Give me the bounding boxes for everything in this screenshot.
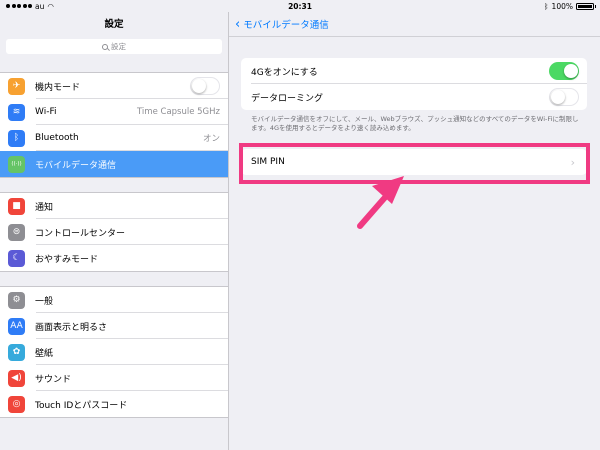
back-button-label: モバイルデータ通信 xyxy=(243,20,329,31)
toggle-4g-switch[interactable] xyxy=(549,62,579,80)
settings-sidebar: 設定 設定 ✈ 機内モード ≋ Wi-Fi Time Capsule 5GHz ᛒ Blue… xyxy=(0,12,229,450)
fingerprint-icon: ◎ xyxy=(8,395,25,413)
sidebar-item-label: 壁紙 xyxy=(35,348,54,359)
sidebar-item[interactable]: ◎ Touch IDとパスコード xyxy=(0,391,228,417)
sidebar-item[interactable]: ✿ 壁紙 xyxy=(0,339,228,365)
sidebar-title: 設定 xyxy=(104,19,124,30)
sidebar-item[interactable]: ᛒ Bluetooth オン xyxy=(0,125,228,151)
sidebar-item[interactable]: ◀) サウンド xyxy=(0,365,228,391)
sidebar-item-label: おやすみモード xyxy=(35,254,99,265)
toggle-4g-label: 4Gをオンにする xyxy=(251,67,318,78)
sidebar-item[interactable]: ⚙ 一般 xyxy=(0,287,228,313)
sound-icon: ◀) xyxy=(8,369,25,387)
wifi-status-icon: ◠ xyxy=(47,1,54,11)
toggle-roaming-switch[interactable] xyxy=(549,88,579,106)
sidebar-item-label: Wi-Fi xyxy=(35,107,57,117)
carrier-label: au xyxy=(35,1,45,11)
search-placeholder: 設定 xyxy=(111,42,126,51)
settings-group-general: ⚙ 一般 AA 画面表示と明るさ ✿ 壁紙 ◀) サウンド ◎ Touch IDとパスコード xyxy=(0,286,228,418)
sidebar-item-detail: Time Capsule 5GHz xyxy=(137,107,220,117)
status-bar: au ◠ 20:31 ᛒ 100% xyxy=(0,0,600,12)
sidebar-item-label: コントロールセンター xyxy=(35,228,126,239)
detail-pane: ‹ モバイルデータ通信 4Gをオンにする データローミング モバイルデータ通信を… xyxy=(229,12,600,450)
back-button[interactable]: ‹ モバイルデータ通信 xyxy=(235,16,329,32)
highlight-box xyxy=(239,143,590,184)
cellular-footnote: モバイルデータ通信をオフにして、メール、Webブラウズ、プッシュ通知などのすべて… xyxy=(251,115,579,132)
sidebar-item[interactable]: ✈ 機内モード xyxy=(0,73,228,99)
display-icon: AA xyxy=(8,317,25,335)
gear-icon: ⚙ xyxy=(8,291,25,309)
settings-group-connectivity: ✈ 機内モード ≋ Wi-Fi Time Capsule 5GHz ᛒ Bluetooth オ… xyxy=(0,72,228,178)
sidebar-item-label: 一般 xyxy=(35,296,54,307)
toggle-roaming-label: データローミング xyxy=(251,93,324,104)
sidebar-item-label: 機内モード xyxy=(35,82,81,93)
wallpaper-icon: ✿ xyxy=(8,343,25,361)
sidebar-item[interactable]: ≋ Wi-Fi Time Capsule 5GHz xyxy=(0,99,228,125)
sidebar-item-label: モバイルデータ通信 xyxy=(35,160,117,171)
toggle-row-4g: 4Gをオンにする xyxy=(241,58,587,84)
battery-percent: 100% xyxy=(551,1,573,11)
cellular-toggles-group: 4Gをオンにする データローミング xyxy=(241,58,587,110)
chevron-left-icon: ‹ xyxy=(235,16,241,32)
bluetooth-icon: ᛒ xyxy=(8,129,25,147)
toggle-row-roaming: データローミング xyxy=(241,84,587,110)
sidebar-item-label: サウンド xyxy=(35,374,72,385)
airplane-mode-switch[interactable] xyxy=(190,77,220,95)
sidebar-item-detail: オン xyxy=(202,134,220,144)
sidebar-item[interactable]: ((·)) モバイルデータ通信 xyxy=(0,151,228,177)
sidebar-item-label: Bluetooth xyxy=(35,133,79,143)
sidebar-item[interactable]: AA 画面表示と明るさ xyxy=(0,313,228,339)
sidebar-item[interactable]: ☾ おやすみモード xyxy=(0,245,228,271)
sidebar-item-label: Touch IDとパスコード xyxy=(35,400,128,411)
sidebar-item-label: 通知 xyxy=(35,202,54,213)
clock: 20:31 xyxy=(288,1,312,11)
cellular-icon: ((·)) xyxy=(8,155,25,173)
search-icon xyxy=(102,43,108,50)
moon-icon: ☾ xyxy=(8,249,25,267)
notifications-icon: ■ xyxy=(8,197,25,215)
settings-group-notifications: ■ 通知 ⊜ コントロールセンター ☾ おやすみモード xyxy=(0,192,228,272)
control-center-icon: ⊜ xyxy=(8,223,25,241)
bluetooth-status-icon: ᛒ xyxy=(544,1,549,11)
battery-icon xyxy=(576,2,596,10)
wifi-icon: ≋ xyxy=(8,103,25,121)
airplane-icon: ✈ xyxy=(8,77,25,95)
sidebar-item-label: 画面表示と明るさ xyxy=(35,322,108,333)
sidebar-item[interactable]: ⊜ コントロールセンター xyxy=(0,219,228,245)
signal-icon xyxy=(6,4,32,8)
search-input[interactable]: 設定 xyxy=(6,39,222,54)
sidebar-item[interactable]: ■ 通知 xyxy=(0,193,228,219)
